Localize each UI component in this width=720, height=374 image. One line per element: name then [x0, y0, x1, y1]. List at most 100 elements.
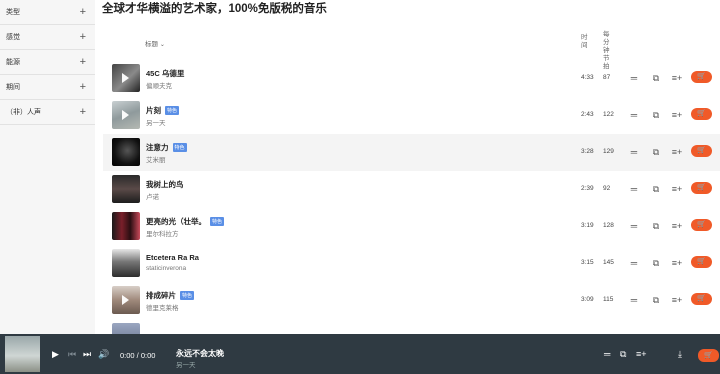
- track-artist[interactable]: 德里克莱格: [146, 302, 179, 312]
- track-thumbnail[interactable]: [112, 101, 140, 129]
- featured-badge: 特色: [165, 106, 180, 115]
- play-icon[interactable]: [122, 73, 129, 83]
- page-title: 全球才华横溢的艺术家，100%免版税的音乐: [102, 3, 327, 15]
- cart-icon[interactable]: 🛒: [691, 219, 712, 231]
- equalizer-icon[interactable]: ═: [628, 294, 640, 306]
- add-to-playlist-icon[interactable]: ≡+: [671, 183, 683, 195]
- playback-time: 0:00 / 0:00: [120, 351, 156, 360]
- track-duration: 3:15: [581, 259, 594, 266]
- plus-icon: +: [79, 30, 86, 43]
- track-title[interactable]: 45C 乌德里: [146, 68, 184, 79]
- add-to-playlist-icon[interactable]: ≡+: [671, 72, 683, 84]
- equalizer-icon[interactable]: ═: [628, 146, 640, 158]
- track-title[interactable]: 片刻 特色: [146, 105, 180, 116]
- copy-icon[interactable]: ⧉: [650, 220, 662, 232]
- track-thumbnail[interactable]: [112, 286, 140, 314]
- add-to-playlist-icon[interactable]: ≡+: [671, 257, 683, 269]
- cart-icon[interactable]: 🛒: [691, 293, 712, 305]
- next-icon[interactable]: ⏭: [83, 348, 91, 360]
- filter-vocals[interactable]: （非）人声 +: [0, 100, 95, 125]
- track-thumbnail[interactable]: [112, 212, 140, 240]
- track-thumbnail[interactable]: [112, 249, 140, 277]
- now-playing-thumbnail[interactable]: [5, 336, 40, 372]
- copy-icon[interactable]: ⧉: [650, 294, 662, 306]
- copy-icon[interactable]: ⧉: [650, 183, 662, 195]
- track-duration: 4:33: [581, 74, 594, 81]
- track-duration: 2:43: [581, 111, 594, 118]
- equalizer-icon[interactable]: ═: [628, 183, 640, 195]
- track-title-text: 更亮的光（壮举。: [146, 217, 206, 226]
- add-to-playlist-icon[interactable]: ≡+: [671, 220, 683, 232]
- cart-icon[interactable]: 🛒: [691, 108, 712, 120]
- track-thumbnail[interactable]: [112, 323, 140, 334]
- now-playing-title[interactable]: 永远不会太晚: [176, 348, 224, 359]
- track-bpm: 129: [603, 148, 614, 155]
- equalizer-icon[interactable]: ═: [628, 109, 640, 121]
- track-thumbnail[interactable]: [112, 138, 140, 166]
- track-row[interactable]: 我树上的鸟 卢诺 2:39 92 ═ ⧉ ≡+ 🛒: [103, 171, 720, 208]
- track-title[interactable]: Etcetera Ra Ra: [146, 253, 199, 262]
- volume-icon[interactable]: 🔊: [98, 348, 109, 360]
- track-row[interactable]: [103, 319, 720, 334]
- track-bpm: 128: [603, 222, 614, 229]
- cart-icon[interactable]: 🛒: [691, 256, 712, 268]
- column-title-label: 标题: [145, 41, 158, 48]
- add-to-playlist-icon[interactable]: ≡+: [671, 109, 683, 121]
- track-row[interactable]: Etcetera Ra Ra staticinverona 3:15 145 ═…: [103, 245, 720, 282]
- track-row[interactable]: 45C 乌德里 偏顺夫克 4:33 87 ═ ⧉ ≡+ 🛒: [103, 60, 720, 97]
- track-artist[interactable]: 里尔科拉方: [146, 228, 179, 238]
- column-duration[interactable]: 时间: [581, 34, 589, 50]
- now-playing-artist[interactable]: 另一天: [176, 359, 196, 369]
- play-icon[interactable]: [122, 110, 129, 120]
- track-row[interactable]: 注意力 特色 艾米丽 3:28 129 ═ ⧉ ≡+ 🛒: [103, 134, 720, 171]
- equalizer-icon[interactable]: ═: [628, 220, 640, 232]
- track-bpm: 115: [603, 296, 614, 303]
- cart-icon[interactable]: 🛒: [691, 145, 712, 157]
- featured-badge: 特色: [180, 291, 195, 300]
- filter-mood[interactable]: 感觉 +: [0, 25, 95, 50]
- download-icon[interactable]: ⤓: [678, 348, 682, 360]
- track-artist[interactable]: 另一天: [146, 117, 166, 127]
- track-title-text: 注意力: [146, 143, 169, 152]
- track-row[interactable]: 更亮的光（壮举。 特色 里尔科拉方 3:19 128 ═ ⧉ ≡+ 🛒: [103, 208, 720, 245]
- add-to-playlist-icon[interactable]: ≡+: [636, 348, 647, 360]
- track-bpm: 87: [603, 74, 611, 81]
- add-to-playlist-icon[interactable]: ≡+: [671, 294, 683, 306]
- track-duration: 3:28: [581, 148, 594, 155]
- track-thumbnail[interactable]: [112, 64, 140, 92]
- track-artist[interactable]: 卢诺: [146, 191, 159, 201]
- cart-icon[interactable]: 🛒: [691, 182, 712, 194]
- track-artist[interactable]: 艾米丽: [146, 154, 166, 164]
- cart-icon[interactable]: 🛒: [691, 71, 712, 83]
- filter-duration[interactable]: 期间 +: [0, 75, 95, 100]
- cart-icon[interactable]: 🛒: [698, 349, 719, 362]
- track-title[interactable]: 排成碎片 特色: [146, 290, 195, 301]
- track-row[interactable]: 排成碎片 特色 德里克莱格 3:09 115 ═ ⧉ ≡+ 🛒: [103, 282, 720, 319]
- play-icon[interactable]: [122, 295, 129, 305]
- equalizer-icon[interactable]: ═: [604, 348, 610, 360]
- track-thumbnail[interactable]: [112, 175, 140, 203]
- copy-icon[interactable]: ⧉: [620, 348, 626, 360]
- track-title[interactable]: 注意力 特色: [146, 142, 187, 153]
- track-artist[interactable]: 偏顺夫克: [146, 80, 172, 90]
- copy-icon[interactable]: ⧉: [650, 72, 662, 84]
- track-bpm: 92: [603, 185, 611, 192]
- track-title[interactable]: 我树上的鸟: [146, 179, 184, 190]
- equalizer-icon[interactable]: ═: [628, 257, 640, 269]
- equalizer-icon[interactable]: ═: [628, 72, 640, 84]
- track-duration: 3:19: [581, 222, 594, 229]
- copy-icon[interactable]: ⧉: [650, 146, 662, 158]
- audio-player-bar: ▶ ⏮ ⏭ 🔊 0:00 / 0:00 永远不会太晚 另一天 ═ ⧉ ≡+ ⤓ …: [0, 334, 720, 374]
- track-title[interactable]: 更亮的光（壮举。 特色: [146, 216, 225, 227]
- play-icon[interactable]: ▶: [52, 348, 59, 360]
- add-to-playlist-icon[interactable]: ≡+: [671, 146, 683, 158]
- column-title-sort[interactable]: 标题 ⌄: [145, 38, 165, 48]
- track-artist[interactable]: staticinverona: [146, 265, 186, 272]
- previous-icon[interactable]: ⏮: [68, 348, 76, 360]
- featured-badge: 特色: [172, 143, 187, 152]
- filter-energy[interactable]: 能源 +: [0, 50, 95, 75]
- track-row[interactable]: 片刻 特色 另一天 2:43 122 ═ ⧉ ≡+ 🛒: [103, 97, 720, 134]
- filter-genre[interactable]: 类型 +: [0, 0, 95, 25]
- copy-icon[interactable]: ⧉: [650, 109, 662, 121]
- copy-icon[interactable]: ⧉: [650, 257, 662, 269]
